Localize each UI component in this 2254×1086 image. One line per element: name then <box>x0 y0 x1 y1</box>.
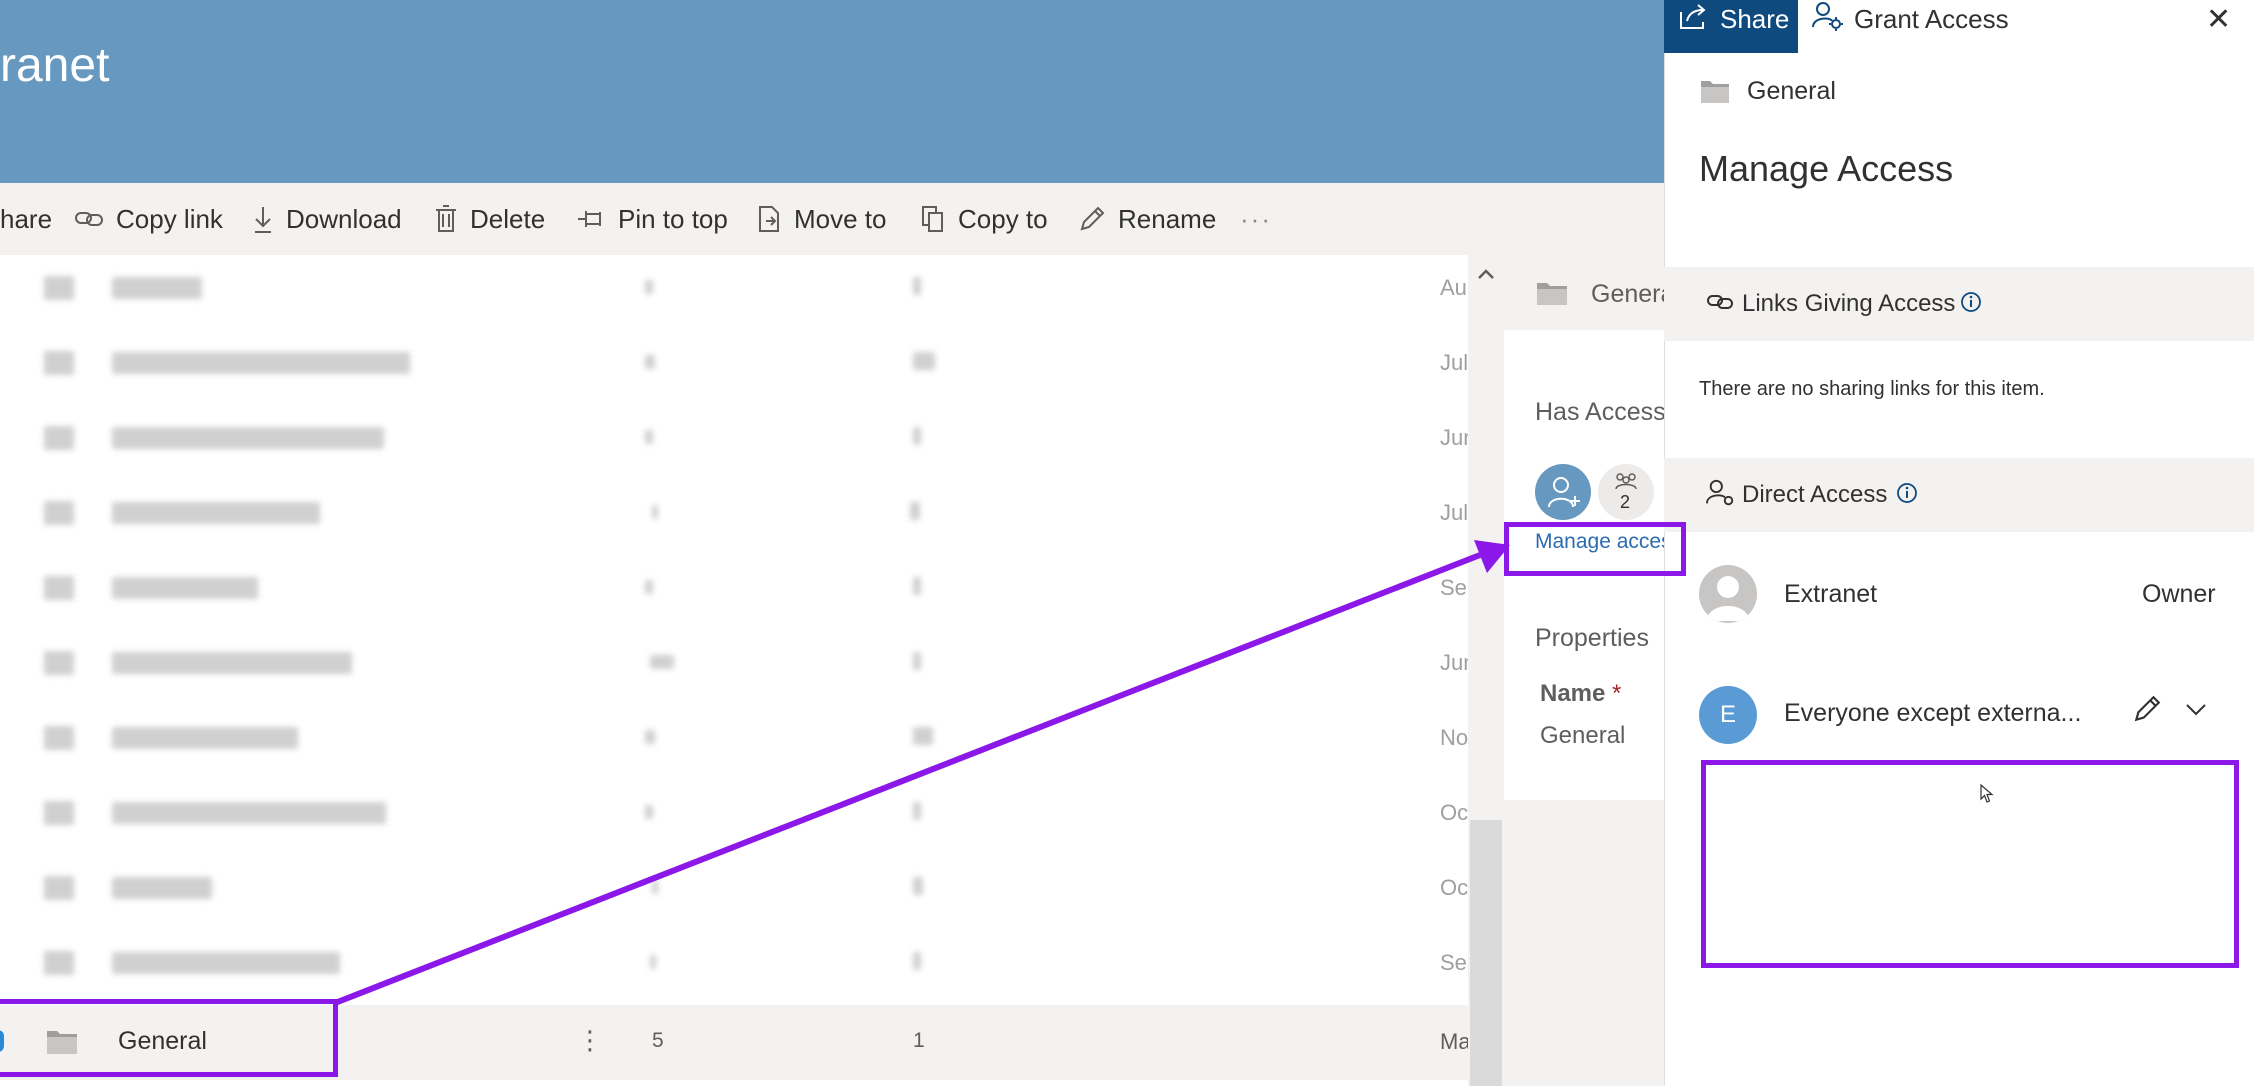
annotation-arrow <box>333 540 1510 1006</box>
